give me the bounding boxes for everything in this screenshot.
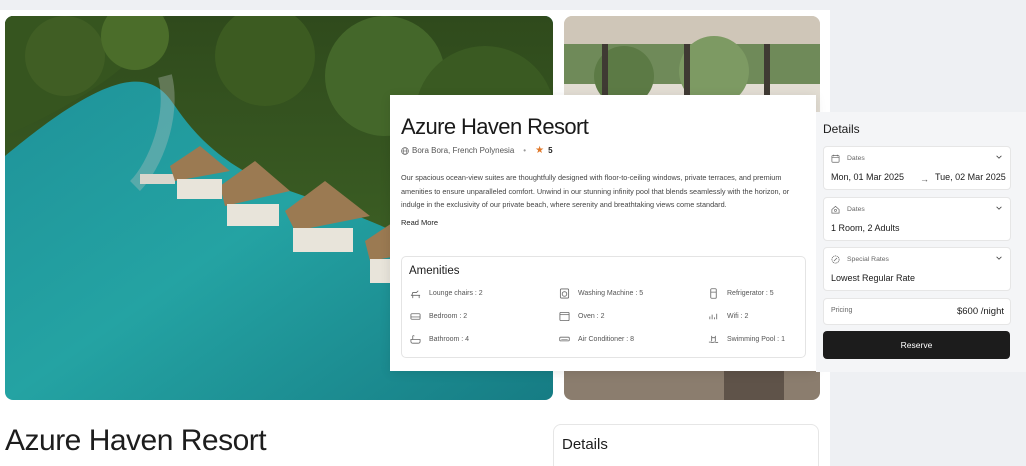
amenity-bathroom: Bathroom : 4 [410,334,469,345]
location-text: Bora Bora, French Polynesia [412,146,515,155]
amenity-oven: Oven : 2 [559,311,604,322]
location-row: Bora Bora, French Polynesia • ★ 5 [401,144,553,156]
amenity-wifi: Wifi : 2 [708,311,748,322]
wifi-icon [709,313,718,320]
background-details-title: Details [562,436,608,453]
bathtub-icon [410,335,421,344]
refrigerator-icon [710,288,717,299]
guests-selector[interactable]: Dates 1 Room, 2 Adults [823,197,1011,241]
swimming-pool-icon [708,335,719,343]
arrow-right-icon: → [920,174,929,184]
dates-label: Dates [847,155,865,162]
amenity-air-conditioner: Air Conditioner : 8 [559,334,634,345]
rates-selector[interactable]: Special Rates Lowest Regular Rate [823,247,1011,291]
air-conditioner-icon [559,336,570,342]
resort-description: Our spacious ocean-view suites are thoug… [401,173,790,209]
pricing-row: Pricing $600 /night [823,298,1011,325]
home-icon [831,205,840,214]
reserve-button[interactable]: Reserve [823,331,1010,359]
details-title: Details [823,122,860,136]
rates-label: Special Rates [847,256,889,263]
oven-icon [559,311,570,322]
guests-value: 1 Room, 2 Adults [831,223,900,233]
guests-label: Dates [847,206,865,213]
amenity-washing-machine: Washing Machine : 5 [559,288,643,299]
amenity-lounge-chairs: Lounge chairs : 2 [410,288,483,299]
separator-dot: • [523,146,527,155]
calendar-icon [831,154,840,163]
read-more-link[interactable]: Read More [401,218,438,227]
bed-icon [410,313,421,320]
chevron-down-icon[interactable] [995,254,1003,262]
rates-value: Lowest Regular Rate [831,273,916,283]
star-icon: ★ [535,144,545,156]
amenity-swimming-pool: Swimming Pool : 1 [708,334,785,345]
pricing-label: Pricing [831,307,853,314]
dates-selector[interactable]: Dates Mon, 01 Mar 2025 → Tue, 02 Mar 202… [823,146,1011,190]
chevron-down-icon[interactable] [995,204,1003,212]
checkout-date: Tue, 02 Mar 2025 [935,172,1006,182]
amenities-card: Amenities Lounge chairs : 2 Washing Mach… [401,256,806,358]
resort-title: Azure Haven Resort [401,114,589,139]
washing-machine-icon [559,288,570,299]
amenities-title: Amenities [409,265,460,277]
discount-badge-icon [831,255,840,264]
chevron-down-icon[interactable] [995,153,1003,161]
amenity-refrigerator: Refrigerator : 5 [708,288,774,299]
amenity-bedroom: Bedroom : 2 [410,311,467,322]
booking-details-panel: Details Dates Mon, 01 Mar 2025 → Tue, 02… [816,112,1026,372]
background-resort-title: Azure Haven Resort [5,424,267,457]
rating-value: 5 [548,146,553,155]
globe-icon [401,146,409,155]
checkin-date: Mon, 01 Mar 2025 [831,172,905,182]
pricing-value: $600 /night [956,306,1004,317]
lounge-chair-icon [410,290,421,299]
resort-info-panel: Azure Haven Resort Bora Bora, French Pol… [390,95,816,371]
